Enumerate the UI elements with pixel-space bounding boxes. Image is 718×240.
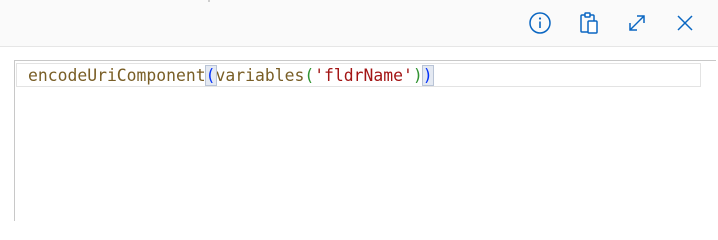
expression-editor[interactable]: encodeUriComponent(variables('fldrName')… — [14, 60, 716, 221]
close-button[interactable] — [672, 10, 698, 36]
divider — [208, 0, 210, 2]
string-token: 'fldrName' — [314, 66, 413, 85]
info-button[interactable] — [527, 10, 553, 36]
copy-button[interactable] — [576, 10, 602, 36]
function-token: variables — [215, 66, 305, 85]
code-line[interactable]: encodeUriComponent(variables('fldrName')… — [28, 65, 434, 87]
text-cursor — [432, 66, 434, 84]
close-icon — [673, 11, 697, 35]
expand-button[interactable] — [624, 10, 650, 36]
dialog-header — [0, 0, 718, 47]
bracket-token: ) — [421, 65, 434, 86]
bracket-token: ( — [304, 66, 315, 85]
expression-dialog: encodeUriComponent(variables('fldrName')… — [0, 0, 718, 221]
bracket-token: ) — [412, 66, 423, 85]
expand-icon — [625, 11, 649, 35]
bracket-token: ( — [204, 65, 217, 86]
clipboard-icon — [577, 11, 601, 35]
info-icon — [528, 11, 552, 35]
function-token: encodeUriComponent — [28, 66, 206, 85]
